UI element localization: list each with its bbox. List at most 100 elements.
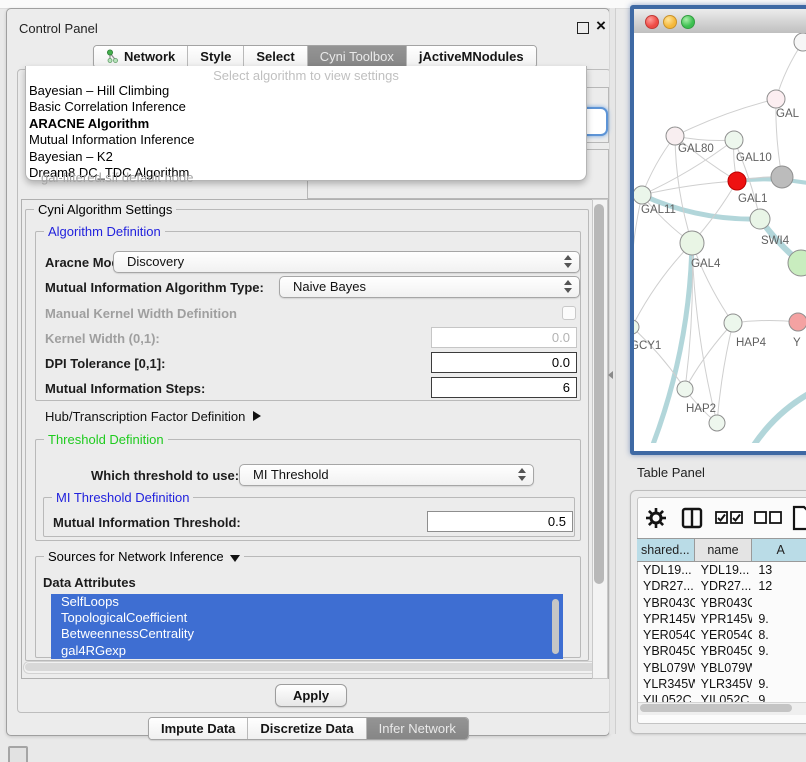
float-window-icon[interactable]: [577, 22, 589, 34]
tab-style[interactable]: Style: [188, 46, 244, 67]
network-edge[interactable]: [733, 320, 798, 323]
dpi-tolerance-field[interactable]: 0.0: [431, 352, 577, 373]
settings-vscrollbar-thumb[interactable]: [594, 204, 604, 584]
aracne-mode-combo[interactable]: Discovery: [113, 251, 580, 273]
gear-icon[interactable]: [645, 507, 667, 529]
table-row[interactable]: YBL079WYBL079W: [637, 660, 806, 676]
network-tree-icon: [106, 49, 119, 64]
algorithm-option[interactable]: Basic Correlation Inference: [26, 99, 586, 115]
table-row[interactable]: YER054CYER054C8.: [637, 627, 806, 643]
table-cell: YDL19...: [637, 562, 695, 578]
checked-pair-icon[interactable]: [715, 511, 743, 525]
mi-algorithm-type-label: Mutual Information Algorithm Type:: [45, 280, 264, 295]
network-edge[interactable]: [634, 243, 692, 327]
algorithm-dropdown-popup: Select algorithm to view settings Bayesi…: [25, 66, 587, 181]
tab-select[interactable]: Select: [244, 46, 307, 67]
collapsed-panel-icon[interactable]: [8, 746, 28, 762]
network-node[interactable]: [709, 415, 725, 431]
settings-hscrollbar-thumb[interactable]: [25, 663, 601, 671]
table-body: YDL19...YDL19...13YDR27...YDR27...12YBR0…: [637, 562, 806, 702]
table-row[interactable]: YBR043CYBR043C: [637, 595, 806, 611]
network-edge[interactable]: [692, 243, 733, 323]
table-cell: 9.: [752, 643, 806, 659]
which-threshold-combo[interactable]: MI Threshold: [239, 464, 534, 486]
kernel-width-label: Kernel Width (0,1):: [45, 331, 160, 346]
network-node-hap4[interactable]: [724, 314, 742, 332]
table-cell: YIL052C: [695, 692, 753, 702]
network-canvas[interactable]: GALGAL80GAL10GAL1GAL11SWI4GAL4GCY1HAP4YH…: [634, 33, 806, 443]
close-icon[interactable]: ×: [596, 16, 606, 36]
table-cell: YBR045C: [695, 643, 753, 659]
table-cell: YIL052C: [637, 692, 695, 702]
network-node-gal10[interactable]: [725, 131, 743, 149]
algorithm-option[interactable]: ARACNE Algorithm: [26, 116, 586, 132]
network-node-swi4[interactable]: [750, 209, 770, 229]
combo-stepper-icon: [518, 468, 526, 481]
table-cell: 9.: [752, 611, 806, 627]
algorithm-option[interactable]: Mutual Information Inference: [26, 132, 586, 148]
file-icon[interactable]: [792, 505, 806, 531]
mi-steps-field[interactable]: 6: [431, 377, 577, 398]
network-node-hap2[interactable]: [677, 381, 693, 397]
network-node-y[interactable]: [789, 313, 806, 331]
bottom-tab-discretize-data[interactable]: Discretize Data: [248, 718, 366, 739]
mi-threshold-field[interactable]: 0.5: [427, 511, 573, 532]
network-node-gal4[interactable]: [680, 231, 704, 255]
table-row[interactable]: YDL19...YDL19...13: [637, 562, 806, 578]
table-column-header[interactable]: A: [752, 539, 806, 561]
kernel-width-field[interactable]: 0.0: [431, 327, 577, 348]
network-node[interactable]: [794, 33, 806, 51]
table-row[interactable]: YIL052CYIL052C9: [637, 692, 806, 702]
algorithm-option[interactable]: Bayesian – Hill Climbing: [26, 83, 586, 99]
table-cell: 9.: [752, 676, 806, 692]
network-edge[interactable]: [642, 136, 675, 195]
network-node-gal[interactable]: [767, 90, 785, 108]
apply-button[interactable]: Apply: [275, 684, 347, 707]
network-node-gcy1[interactable]: [634, 320, 639, 334]
network-node[interactable]: [771, 166, 793, 188]
algorithm-option[interactable]: Bayesian – K2: [26, 149, 586, 165]
mi-algorithm-type-combo[interactable]: Naive Bayes: [279, 276, 580, 298]
sources-group-title[interactable]: Sources for Network Inference: [44, 549, 244, 564]
network-edge[interactable]: [675, 99, 776, 136]
hub-definition-expander[interactable]: Hub/Transcription Factor Definition: [45, 409, 261, 424]
tab-jactivemnodules[interactable]: jActiveMNodules: [407, 46, 536, 67]
bottom-tab-impute-data[interactable]: Impute Data: [149, 718, 248, 739]
network-window-titlebar[interactable]: [634, 9, 806, 34]
table-row[interactable]: YPR145WYPR145W9.: [637, 611, 806, 627]
sources-title-text: Sources for Network Inference: [48, 549, 224, 564]
network-node-gal1[interactable]: [728, 172, 746, 190]
data-attribute-item[interactable]: TopologicalCoefficient: [51, 610, 563, 626]
data-attribute-item[interactable]: gal4RGexp: [51, 643, 563, 659]
attributes-vscrollbar-thumb[interactable]: [552, 599, 559, 654]
dpi-tolerance-label: DPI Tolerance [0,1]:: [45, 356, 165, 371]
table-cell: YBR045C: [637, 643, 695, 659]
table-column-header[interactable]: shared...: [637, 539, 695, 561]
table-row[interactable]: YBR045CYBR045C9.: [637, 643, 806, 659]
table-row[interactable]: YDR27...YDR27...12: [637, 578, 806, 594]
unchecked-pair-icon[interactable]: [754, 511, 782, 525]
table-cell: 12: [752, 578, 806, 594]
network-node-gal11[interactable]: [634, 186, 651, 204]
table-cell: YER054C: [637, 627, 695, 643]
table-cell: YPR145W: [637, 611, 695, 627]
table-column-header[interactable]: name: [695, 539, 753, 561]
table-hscrollbar-thumb[interactable]: [640, 704, 792, 712]
data-attribute-item[interactable]: BetweennessCentrality: [51, 626, 563, 642]
minimize-traffic-light-icon[interactable]: [663, 15, 677, 29]
network-edge[interactable]: [692, 243, 717, 423]
zoom-traffic-light-icon[interactable]: [681, 15, 695, 29]
columns-icon[interactable]: [681, 507, 703, 529]
tab-network[interactable]: Network: [94, 46, 188, 67]
splitter-handle-icon[interactable]: [608, 371, 613, 379]
data-attribute-item[interactable]: SelfLoops: [51, 594, 563, 610]
bottom-tab-infer-network[interactable]: Infer Network: [367, 718, 468, 739]
manual-kernel-checkbox[interactable]: [562, 306, 576, 320]
tab-cyni-toolbox[interactable]: Cyni Toolbox: [308, 46, 407, 67]
table-row[interactable]: YLR345WYLR345W9.: [637, 676, 806, 692]
close-traffic-light-icon[interactable]: [645, 15, 659, 29]
control-panel-tab-bar: NetworkStyleSelectCyni ToolboxjActiveMNo…: [93, 45, 537, 68]
node-attribute-combo-ghost[interactable]: gal-filtered.sif default node: [41, 170, 193, 185]
control-panel-window: Control Panel × NetworkStyleSelectCyni T…: [6, 8, 610, 736]
network-edge[interactable]: [754, 393, 806, 443]
